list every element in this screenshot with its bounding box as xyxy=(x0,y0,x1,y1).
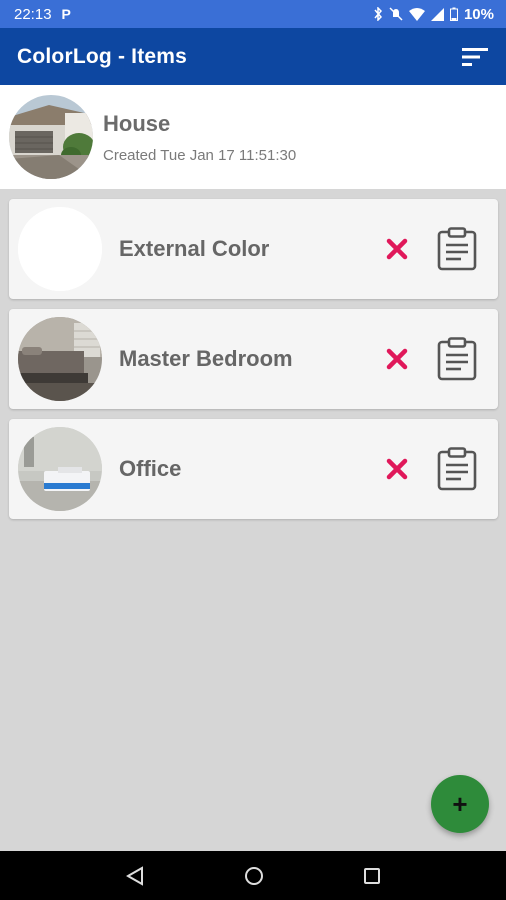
status-bar: 22:13 P 10% xyxy=(0,0,506,28)
created-date: Created Tue Jan 17 11:51:30 xyxy=(103,146,297,164)
home-icon xyxy=(245,866,263,885)
location-header: House Created Tue Jan 17 11:51:30 xyxy=(0,85,506,189)
delete-button[interactable] xyxy=(382,454,412,484)
item-label: Office xyxy=(119,456,182,481)
list-item[interactable]: Office xyxy=(9,419,498,519)
item-label: External Color xyxy=(119,236,270,261)
home-button[interactable] xyxy=(224,856,284,896)
close-icon xyxy=(386,238,408,260)
house-photo xyxy=(9,95,93,179)
clipboard-icon xyxy=(437,227,477,271)
clipboard-icon xyxy=(437,447,477,491)
item-thumbnail xyxy=(18,317,102,401)
delete-button[interactable] xyxy=(382,344,412,374)
wifi-icon xyxy=(408,7,425,21)
bluetooth-icon xyxy=(374,7,382,21)
item-thumbnail xyxy=(18,427,102,511)
app-bar: ColorLog - Items xyxy=(0,28,506,85)
recents-icon xyxy=(364,867,380,884)
add-item-button[interactable]: + xyxy=(431,775,489,833)
close-icon xyxy=(386,348,408,370)
delete-button[interactable] xyxy=(382,234,412,264)
details-button[interactable] xyxy=(435,335,479,383)
location-name: House xyxy=(103,110,171,136)
details-button[interactable] xyxy=(435,225,479,273)
item-thumbnail xyxy=(18,207,102,291)
system-nav-bar xyxy=(0,851,506,900)
item-label: Master Bedroom xyxy=(119,346,293,371)
status-time: 22:13 xyxy=(14,5,52,23)
mute-icon xyxy=(389,7,403,21)
parking-icon: P xyxy=(61,6,71,22)
battery-icon xyxy=(449,7,458,21)
clipboard-icon xyxy=(437,337,477,381)
page-title: ColorLog - Items xyxy=(17,44,188,68)
back-button[interactable] xyxy=(105,856,165,896)
back-icon xyxy=(126,865,143,886)
details-button[interactable] xyxy=(435,445,479,493)
list-item[interactable]: Master Bedroom xyxy=(9,309,498,409)
signal-icon xyxy=(430,7,444,21)
close-icon xyxy=(386,458,408,480)
sort-button[interactable] xyxy=(460,42,490,72)
sort-icon xyxy=(462,47,488,66)
battery-level: 10% xyxy=(463,5,494,23)
list-item[interactable]: External Color xyxy=(9,199,498,299)
items-list: External Color Master Bedroom Office xyxy=(9,199,498,529)
recents-button[interactable] xyxy=(342,856,402,896)
